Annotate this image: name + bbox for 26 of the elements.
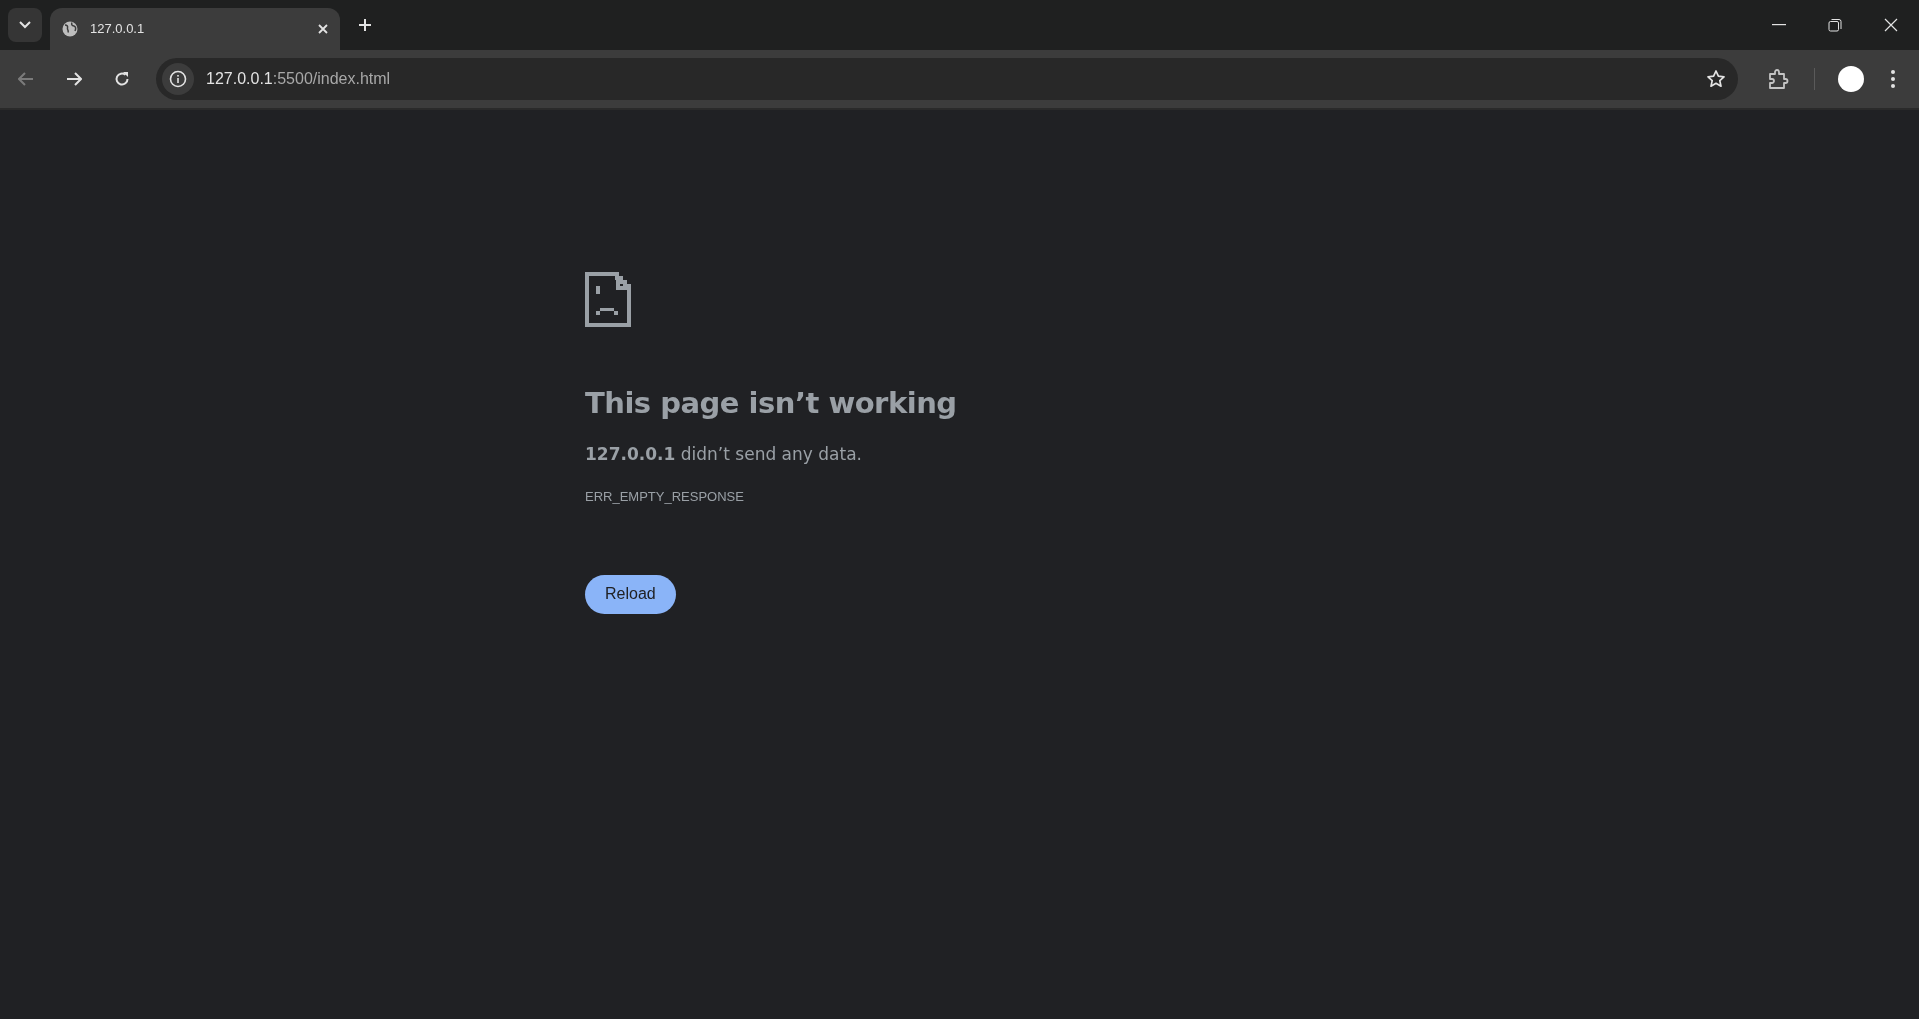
back-arrow-icon (18, 72, 34, 86)
menu-icon (1891, 70, 1895, 88)
info-icon (169, 70, 187, 88)
error-heading: This page isn’t working (585, 385, 957, 422)
site-info-button[interactable] (162, 63, 194, 95)
close-icon (1884, 18, 1898, 32)
reload-icon (114, 71, 130, 87)
restore-icon (1828, 18, 1842, 32)
globe-icon (62, 21, 78, 37)
minimize-icon (1772, 24, 1786, 26)
forward-arrow-icon (66, 72, 82, 86)
avatar-icon (1838, 66, 1864, 92)
reload-button[interactable]: Reload (585, 574, 676, 614)
sad-page-icon (585, 272, 631, 327)
tab-close-icon[interactable] (318, 24, 328, 34)
browser-tab[interactable]: 127.0.0.1 (50, 8, 340, 50)
chevron-down-icon (19, 21, 31, 29)
tab-search-button[interactable] (8, 8, 42, 42)
address-bar[interactable]: 127.0.0.1:5500/index.html (156, 58, 1738, 100)
puzzle-piece-icon (1767, 68, 1789, 90)
plus-icon (358, 18, 372, 32)
url-text: 127.0.0.1:5500/index.html (206, 69, 391, 89)
tab-title: 127.0.0.1 (90, 20, 146, 39)
error-message: 127.0.0.1 didn’t send any data. (585, 442, 862, 466)
error-code: ERR_EMPTY_RESPONSE (585, 488, 744, 506)
bookmark-star-icon[interactable] (1706, 69, 1726, 89)
